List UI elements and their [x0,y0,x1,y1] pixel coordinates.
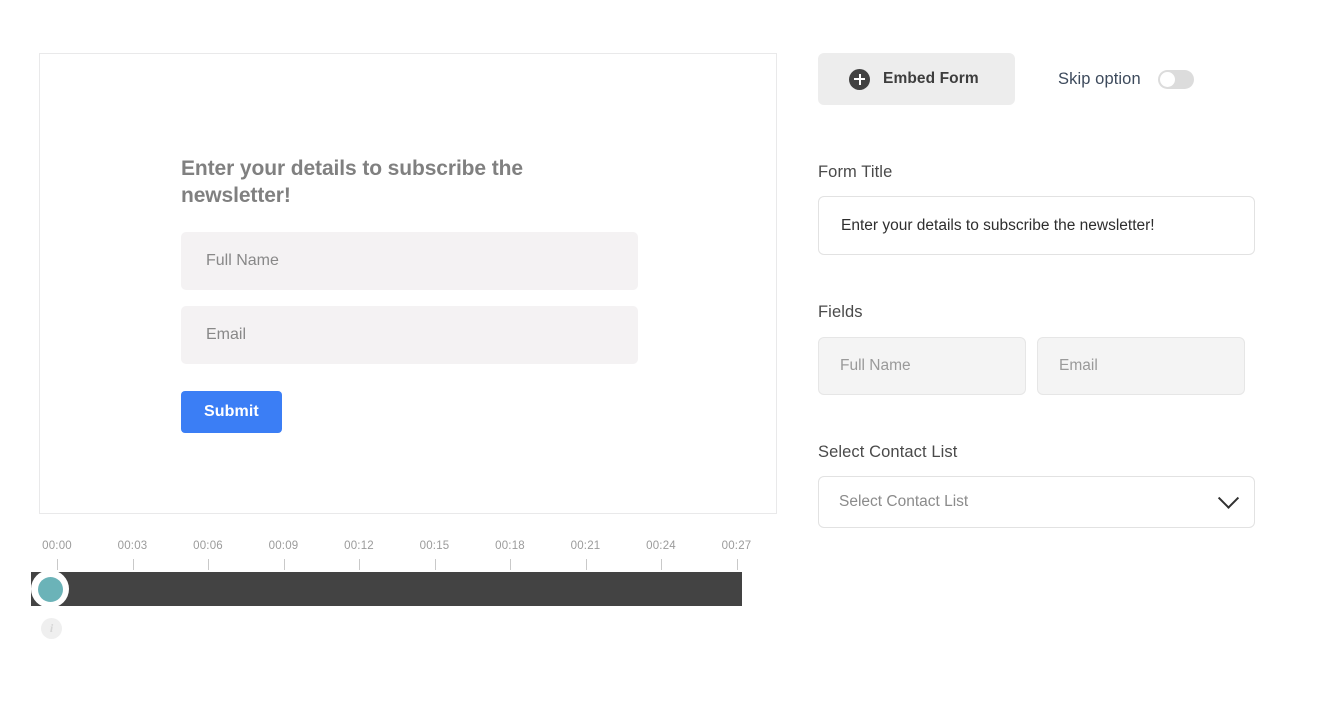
preview-field-full-name[interactable]: Full Name [181,231,638,290]
timeline-tick-label: 00:03 [117,540,148,552]
embed-form-button[interactable]: Embed Form [818,53,1015,105]
timeline-tick-mark [208,559,209,570]
skip-option-group: Skip option [1058,69,1194,89]
timeline-tick-mark [359,559,360,570]
timeline-ruler: 00:00 00:03 00:06 00:09 00:12 00:15 00:18 00:21… [0,540,800,572]
timeline-tick-label: 00:09 [268,540,299,552]
skip-option-label: Skip option [1058,69,1141,88]
contact-list-label: Select Contact List [818,443,958,461]
timeline-tick-mark [434,559,436,570]
skip-option-toggle[interactable] [1157,69,1194,89]
chevron-down-icon [1217,487,1240,509]
form-title-section: Form Title [818,163,1258,255]
fields-row: Full Name Email [818,337,1258,395]
timeline-tick-mark [585,559,587,570]
form-preview-content: Enter your details to subscribe the news… [181,156,638,433]
timeline-tick-label: 00:12 [344,540,374,552]
embed-form-label: Embed Form [883,70,979,87]
timeline-tick-label: 00:06 [193,540,223,552]
timeline-tick-mark [661,559,662,570]
timeline-tick-label: 00:24 [646,540,676,552]
plus-circle-icon [849,68,870,90]
timeline-tick-mark [283,559,285,570]
timeline-playhead-handle[interactable] [31,570,69,608]
fields-label: Fields [818,303,863,321]
timeline-tick-mark [736,559,738,570]
preview-field-email[interactable]: Email [181,305,638,364]
timeline-tick-label: 00:15 [419,540,450,552]
timeline-tick-mark [510,559,511,570]
contact-list-select[interactable]: Select Contact List [818,476,1255,528]
panel-toolbar: Embed Form Skip option [818,53,1258,105]
timeline-tick-mark [132,559,134,570]
timeline-tick-label: 00:27 [721,540,752,552]
timeline-tick-label: 00:18 [495,540,525,552]
info-icon[interactable]: i [41,618,62,639]
timeline-tick-mark [57,559,58,570]
form-preview-card: Enter your details to subscribe the news… [39,53,777,514]
fields-section: Fields Full Name Email [818,303,1258,395]
form-title-label: Form Title [818,163,893,181]
contact-list-section: Select Contact List Select Contact List [818,443,1258,528]
settings-panel: Embed Form Skip option Form Title Fields… [818,53,1258,528]
preview-submit-button[interactable]: Submit [181,390,282,433]
timeline[interactable]: 00:00 00:03 00:06 00:09 00:12 00:15 00:18 00:21… [0,540,800,660]
timeline-track[interactable] [31,572,742,606]
contact-list-selected-value: Select Contact List [839,493,969,510]
timeline-tick-label: 00:21 [570,540,601,552]
preview-form-heading: Enter your details to subscribe the news… [181,157,523,207]
form-title-input[interactable] [818,196,1255,255]
timeline-tick-label: 00:00 [42,540,72,552]
field-chip-full-name[interactable]: Full Name [818,337,1026,395]
field-chip-email[interactable]: Email [1037,337,1245,395]
